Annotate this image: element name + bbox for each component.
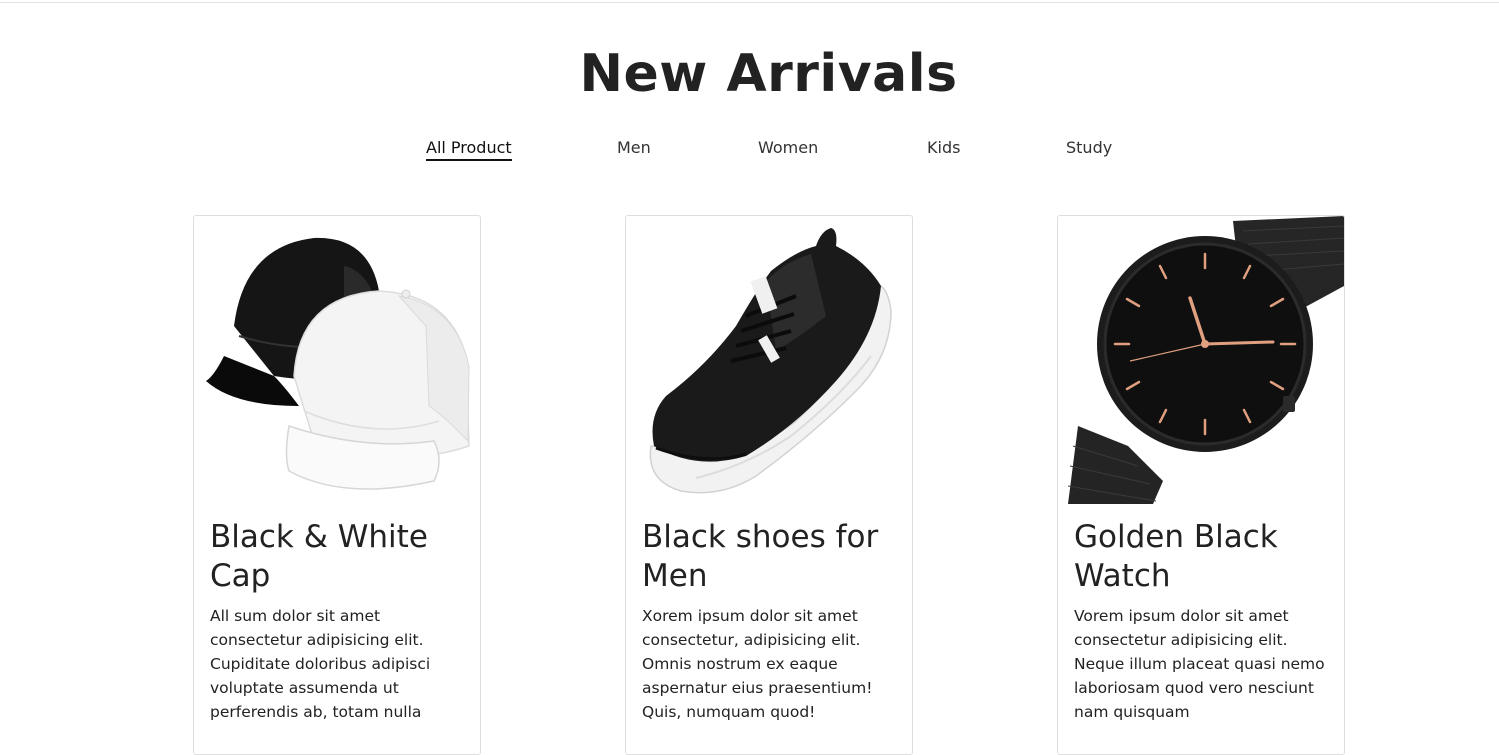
- product-image[interactable]: [194, 216, 480, 504]
- product-card[interactable]: Golden Black Watch Vorem ipsum dolor sit…: [1057, 215, 1345, 755]
- product-image[interactable]: [626, 216, 912, 504]
- product-description: Vorem ipsum dolor sit amet consectetur a…: [1074, 607, 1325, 721]
- category-filter-bar: All Product Men Women Kids Study: [0, 138, 1499, 166]
- product-card[interactable]: Black shoes for Men Xorem ipsum dolor si…: [625, 215, 913, 755]
- product-description: Xorem ipsum dolor sit amet consectetur, …: [642, 607, 873, 721]
- cap-icon: [206, 237, 470, 490]
- shoe-icon: [649, 228, 892, 494]
- watch-icon: [1067, 216, 1344, 504]
- product-title[interactable]: Black & White Cap: [210, 518, 470, 596]
- product-card[interactable]: Black & White Cap All sum dolor sit amet…: [193, 215, 481, 755]
- filter-tab-study[interactable]: Study: [1066, 138, 1112, 159]
- filter-tab-kids[interactable]: Kids: [927, 138, 960, 159]
- product-title[interactable]: Golden Black Watch: [1074, 518, 1334, 596]
- product-description: All sum dolor sit amet consectetur adipi…: [210, 607, 431, 721]
- filter-tab-women[interactable]: Women: [758, 138, 818, 159]
- page-title: New Arrivals: [579, 44, 958, 104]
- filter-tab-men[interactable]: Men: [617, 138, 651, 159]
- top-divider: [0, 2, 1499, 3]
- product-image[interactable]: [1058, 216, 1344, 504]
- filter-tab-all-product[interactable]: All Product: [426, 138, 512, 161]
- product-title[interactable]: Black shoes for Men: [642, 518, 902, 596]
